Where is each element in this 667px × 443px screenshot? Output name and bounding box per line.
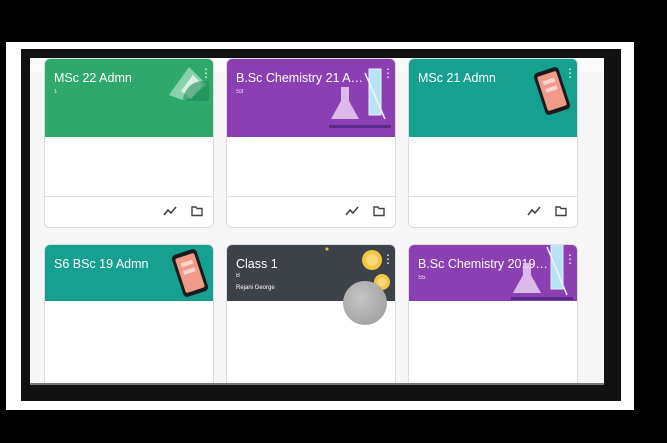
sparkle-icon xyxy=(325,247,329,251)
more-vert-icon[interactable]: ⋮ xyxy=(200,67,212,81)
more-vert-icon[interactable]: ⋮ xyxy=(564,67,576,81)
class-card-header[interactable]: B.Sc Chemistry 2019 ... S5 ⋮ xyxy=(409,245,577,301)
class-teacher: Rejani George xyxy=(236,285,275,291)
screen-frame-inner: MSc 22 Admn 1 ⋮ B.Sc Chemistry 21 Ad... … xyxy=(21,49,621,401)
trending-up-icon[interactable] xyxy=(163,205,177,217)
more-vert-icon[interactable]: ⋮ xyxy=(564,253,576,267)
class-name[interactable]: MSc 22 Admn xyxy=(54,71,132,85)
more-vert-icon[interactable]: ⋮ xyxy=(382,67,394,81)
trending-up-icon[interactable] xyxy=(527,205,541,217)
classroom-screen: MSc 22 Admn 1 ⋮ B.Sc Chemistry 21 Ad... … xyxy=(30,58,604,385)
folder-icon[interactable] xyxy=(555,205,567,217)
avatar xyxy=(343,281,387,325)
class-card[interactable]: S6 BSc 19 Admn xyxy=(44,244,214,385)
class-card[interactable]: B.Sc Chemistry 21 Ad... S3 ⋮ xyxy=(226,58,396,228)
class-name[interactable]: S6 BSc 19 Admn xyxy=(54,257,149,271)
trending-up-icon[interactable] xyxy=(345,205,359,217)
class-card[interactable]: MSc 21 Admn ⋮ xyxy=(408,58,578,228)
class-card[interactable]: Class 1 B Rejani George ⋮ xyxy=(226,244,396,385)
more-vert-icon[interactable]: ⋮ xyxy=(382,253,394,267)
class-section: B xyxy=(236,273,241,279)
class-card-header[interactable]: S6 BSc 19 Admn xyxy=(45,245,213,301)
class-name[interactable]: MSc 21 Admn xyxy=(418,71,496,85)
class-card[interactable]: MSc 22 Admn 1 ⋮ xyxy=(44,58,214,228)
screen-bottom-edge xyxy=(30,383,604,385)
folder-icon[interactable] xyxy=(373,205,385,217)
class-card-header[interactable]: B.Sc Chemistry 21 Ad... S3 ⋮ xyxy=(227,59,395,137)
class-card-footer xyxy=(45,196,213,227)
class-card-footer xyxy=(409,196,577,227)
class-card-header[interactable]: MSc 21 Admn ⋮ xyxy=(409,59,577,137)
class-section: S5 xyxy=(418,275,426,281)
phone-art-icon xyxy=(171,249,209,297)
class-name[interactable]: Class 1 xyxy=(236,257,278,271)
screen-frame-outer: MSc 22 Admn 1 ⋮ B.Sc Chemistry 21 Ad... … xyxy=(6,42,634,410)
folder-icon[interactable] xyxy=(191,205,203,217)
class-section: S3 xyxy=(236,89,244,95)
class-card-header[interactable]: MSc 22 Admn 1 ⋮ xyxy=(45,59,213,137)
class-card-footer xyxy=(227,196,395,227)
class-card[interactable]: B.Sc Chemistry 2019 ... S5 ⋮ xyxy=(408,244,578,385)
class-section: 1 xyxy=(54,89,58,95)
lightbulb-icon xyxy=(362,250,382,270)
